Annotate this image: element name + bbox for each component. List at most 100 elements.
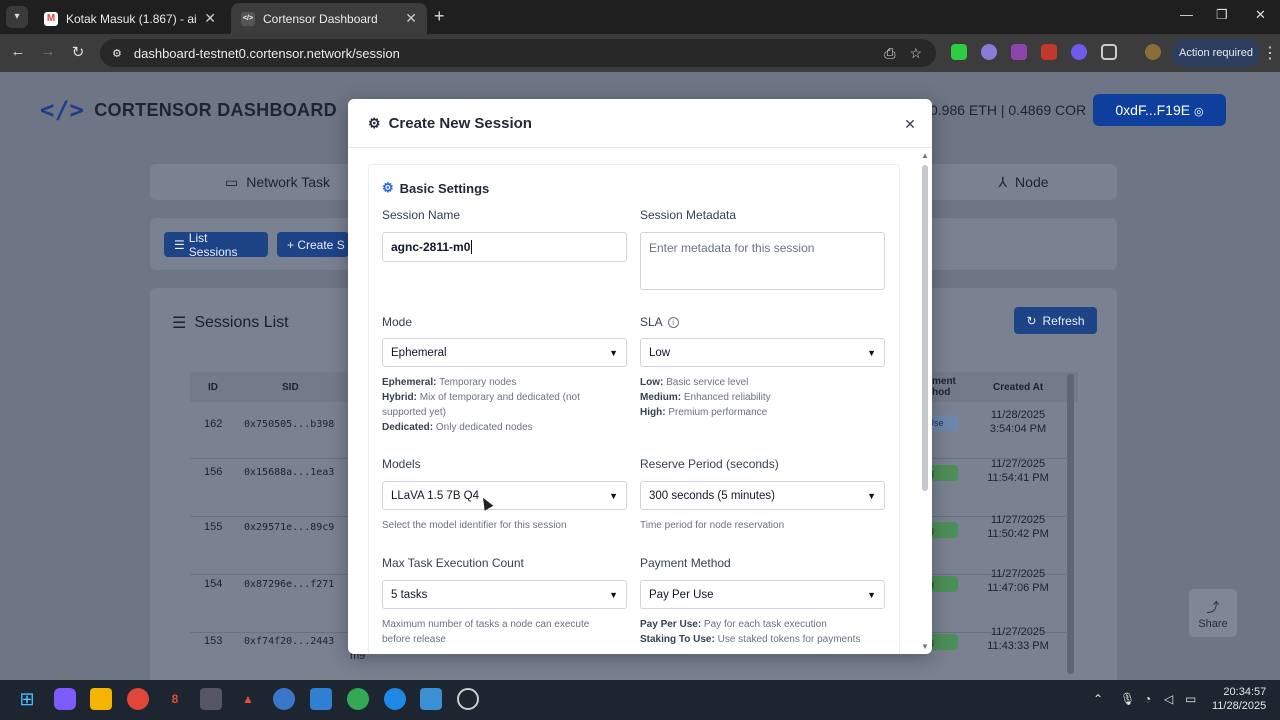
app-icon[interactable]: 8 [164, 688, 186, 710]
obs-icon[interactable] [457, 688, 479, 710]
install-app-icon[interactable]: ⎙ [884, 45, 895, 62]
tab-search-menu-button[interactable]: ▾ [6, 6, 28, 28]
back-button[interactable]: ← [8, 43, 28, 60]
created-date: 11/27/2025 [990, 568, 1046, 580]
browser-toolbar: ← → ↻ ⚙ dashboard-testnet0.cortensor.net… [0, 34, 1280, 72]
forward-button[interactable]: → [38, 43, 58, 60]
site-info-icon[interactable]: ⚙ [112, 47, 122, 60]
code-logo-icon: </> [40, 96, 85, 124]
sla-select[interactable]: Low ▼ [640, 338, 885, 367]
close-tab-icon[interactable]: ✕ [204, 10, 216, 27]
battery-icon[interactable]: ▭ [1185, 692, 1196, 706]
modal-header: ⚙ Create New Session [348, 99, 932, 148]
chrome-profile-icon[interactable] [347, 688, 369, 710]
column-header-sid: SID [282, 382, 299, 393]
refresh-icon: ↻ [1026, 313, 1037, 328]
microphone-icon[interactable]: 🎙 [1120, 692, 1135, 706]
cell-created-at: 11/27/2025 11:50:42 PM [982, 514, 1054, 540]
scroll-up-arrow-icon[interactable]: ▲ [921, 151, 929, 160]
url-text: dashboard-testnet0.cortensor.network/ses… [133, 45, 400, 61]
reload-button[interactable]: ↻ [68, 43, 88, 61]
cell-id: 153 [204, 635, 223, 647]
node-icon: ⅄ [998, 173, 1008, 190]
copilot-icon[interactable] [54, 688, 76, 710]
screenshot-tool-icon[interactable] [200, 688, 222, 710]
restore-button[interactable]: ❐ [1216, 7, 1228, 23]
chrome-icon[interactable] [127, 688, 149, 710]
logo[interactable]: </> CORTENSOR DASHBOARD [40, 96, 337, 124]
new-tab-button[interactable]: + [434, 6, 445, 27]
extension-icon[interactable] [1041, 44, 1057, 60]
select-value: Pay Per Use [649, 588, 714, 601]
info-icon[interactable]: i [667, 316, 679, 328]
minimize-button[interactable]: — [1180, 7, 1193, 22]
created-date: 11/27/2025 [990, 514, 1046, 526]
max-task-select[interactable]: 5 tasks ▼ [382, 580, 627, 609]
extensions-puzzle-icon[interactable] [1101, 44, 1117, 60]
tab-node[interactable]: ⅄ Node [930, 164, 1117, 200]
create-session-button[interactable]: + Create S [277, 232, 349, 257]
cortensor-favicon-icon: </> [241, 11, 255, 26]
modal-scrollbar[interactable] [922, 165, 928, 491]
sla-label: SLA i [640, 315, 679, 329]
close-icon[interactable]: ✕ [899, 113, 921, 135]
file-explorer-icon[interactable] [90, 688, 112, 710]
system-clock[interactable]: 20:34:57 11/28/2025 [1212, 685, 1266, 713]
cell-sid: 0xf74f20...2443 [244, 636, 335, 647]
tab-cortensor[interactable]: </> Cortensor Dashboard ✕ [231, 3, 427, 34]
edge-icon[interactable] [384, 688, 406, 710]
column-header-payment-method: ment hod [932, 376, 956, 398]
created-time: 11:47:06 PM [987, 582, 1049, 594]
notepad-icon[interactable] [310, 688, 332, 710]
cell-sid: 0x15688a...1ea3 [244, 467, 335, 478]
wifi-icon[interactable]: ◔ [1144, 692, 1151, 706]
app-icon[interactable]: ▲ [237, 688, 259, 710]
extension-icon[interactable] [951, 44, 967, 60]
extension-icon[interactable] [981, 44, 997, 60]
chevron-up-icon[interactable]: ⌃ [1093, 692, 1103, 706]
extension-icon[interactable] [1011, 44, 1027, 60]
close-tab-icon[interactable]: ✕ [405, 10, 417, 27]
profile-avatar-icon[interactable] [1145, 44, 1161, 60]
session-metadata-field[interactable]: Enter metadata for this session [640, 232, 885, 290]
gmail-icon: M [44, 11, 58, 26]
max-task-help: Maximum number of tasks a node can execu… [382, 619, 590, 645]
clock-time: 20:34:57 [1223, 686, 1267, 698]
session-name-input[interactable]: agnc-2811-m0 [382, 232, 627, 262]
table-scrollbar[interactable] [1067, 374, 1074, 674]
chrome-active-icon[interactable] [273, 688, 295, 710]
extension-icon[interactable] [1071, 44, 1087, 60]
action-required-button[interactable]: Action required [1172, 39, 1260, 67]
payment-method-select[interactable]: Pay Per Use ▼ [640, 580, 885, 609]
list-sessions-button[interactable]: ☰ List Sessions [164, 231, 268, 259]
sessions-list-title: ☰ Sessions List [172, 313, 289, 333]
address-bar[interactable]: ⚙ dashboard-testnet0.cortensor.network/s… [100, 39, 936, 67]
photos-icon[interactable] [420, 688, 442, 710]
share-icon: ⤴ [1206, 600, 1220, 615]
bookmark-star-icon[interactable]: ☆ [909, 45, 922, 62]
refresh-button[interactable]: ↻ Refresh [1014, 307, 1097, 334]
windows-start-icon[interactable]: ⊞ [16, 688, 38, 710]
cell-id: 155 [204, 521, 223, 533]
created-time: 11:43:33 PM [987, 640, 1049, 652]
mode-select[interactable]: Ephemeral ▼ [382, 338, 627, 367]
volume-icon[interactable]: ◁ [1164, 692, 1173, 706]
reserve-period-select[interactable]: 300 seconds (5 minutes) ▼ [640, 481, 885, 510]
models-help: Select the model identifier for this ses… [382, 520, 567, 531]
wallet-address-button[interactable]: 0xdF...F19E ◎ [1093, 94, 1226, 126]
share-button[interactable]: ⤴ Share [1188, 588, 1238, 638]
clock-date: 11/28/2025 [1212, 700, 1267, 712]
scroll-down-arrow-icon[interactable]: ▼ [921, 642, 929, 651]
payment-method-label: Payment Method [640, 556, 731, 570]
models-select[interactable]: LLaVA 1.5 7B Q4 ▼ [382, 481, 627, 510]
gear-icon: ⚙ [382, 180, 394, 195]
help-text: Only dedicated nodes [433, 422, 533, 433]
cell-id: 156 [204, 466, 223, 478]
cell-sid: 0x87296e...f271 [244, 579, 335, 590]
close-window-button[interactable]: ✕ [1255, 7, 1266, 23]
help-key: High: [640, 407, 666, 418]
help-key: Medium: [640, 392, 682, 403]
tab-gmail[interactable]: M Kotak Masuk (1.867) - airdrop1 ✕ [34, 3, 226, 34]
browser-menu-icon[interactable]: ⋮ [1262, 43, 1278, 63]
button-label: Refresh [1042, 313, 1085, 328]
